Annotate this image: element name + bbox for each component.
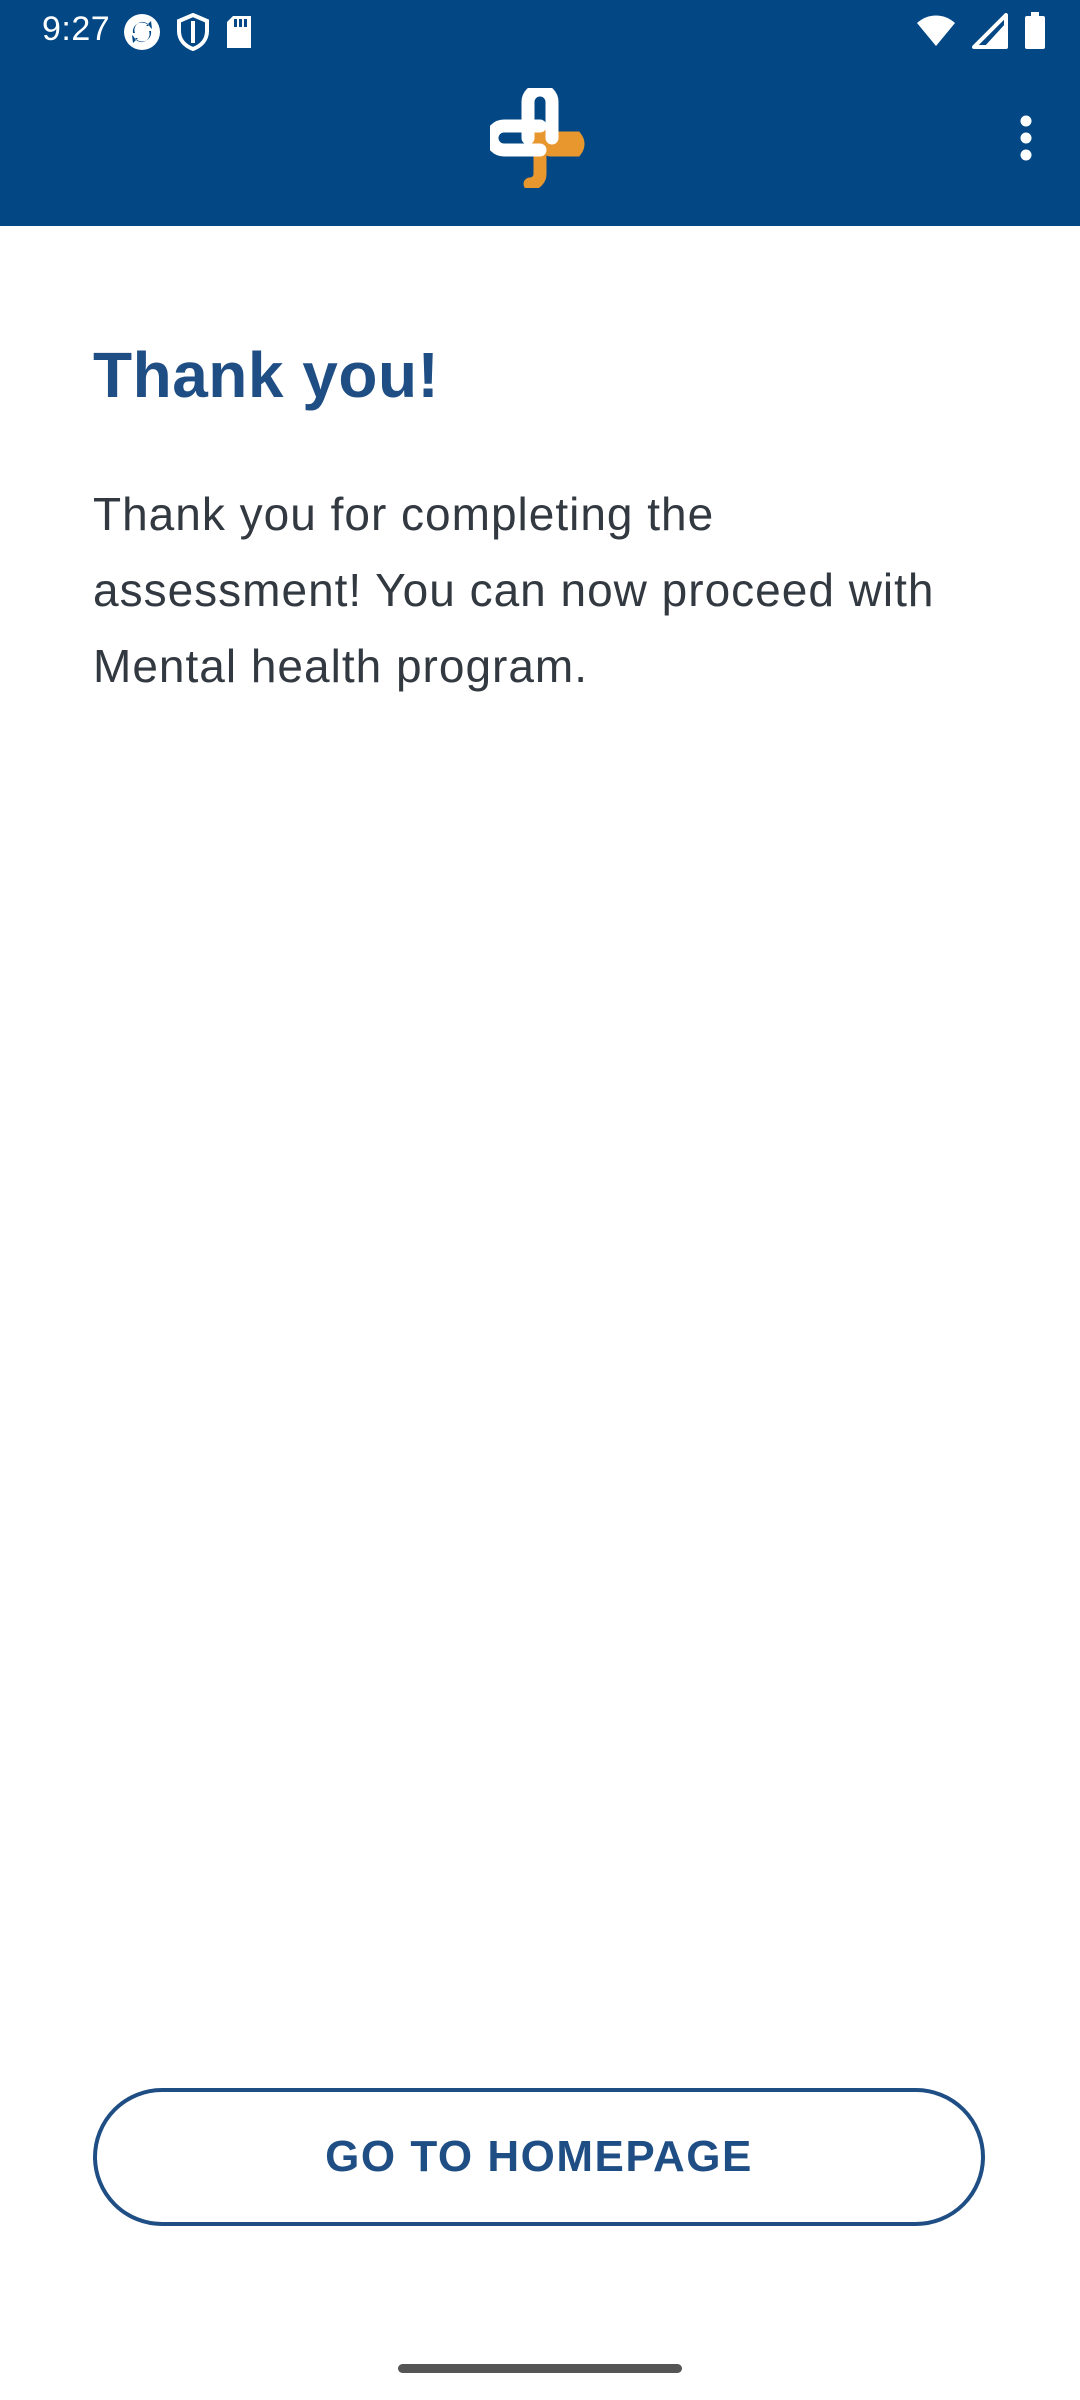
wifi-icon: [916, 14, 956, 48]
status-icons-left: [122, 12, 254, 52]
gesture-navigation-bar[interactable]: [398, 2364, 682, 2373]
app-logo: [485, 83, 590, 191]
status-bar: 9:27: [0, 0, 1080, 62]
top-bar: 9:27: [0, 0, 1080, 226]
completion-message: Thank you for completing the assessment!…: [93, 488, 935, 692]
battery-icon: [1024, 12, 1046, 50]
go-to-homepage-button[interactable]: GO TO HOMEPAGE: [93, 2088, 985, 2226]
sync-icon: [122, 12, 162, 52]
status-time: 9:27: [42, 10, 111, 48]
status-icons-right: [916, 12, 1046, 50]
cross-logo-icon: [485, 83, 585, 191]
sd-card-icon: [224, 14, 254, 50]
shield-icon: [176, 13, 210, 51]
signal-icon: [972, 13, 1008, 49]
overflow-menu-button[interactable]: [990, 102, 1062, 174]
page-title: Thank you!: [93, 339, 440, 411]
go-to-homepage-label: GO TO HOMEPAGE: [325, 2132, 753, 2181]
screen: 9:27 Thank you! Thank you for completing…: [0, 0, 1080, 2400]
more-vertical-icon[interactable]: [1019, 115, 1033, 161]
app-bar: [0, 62, 1080, 226]
